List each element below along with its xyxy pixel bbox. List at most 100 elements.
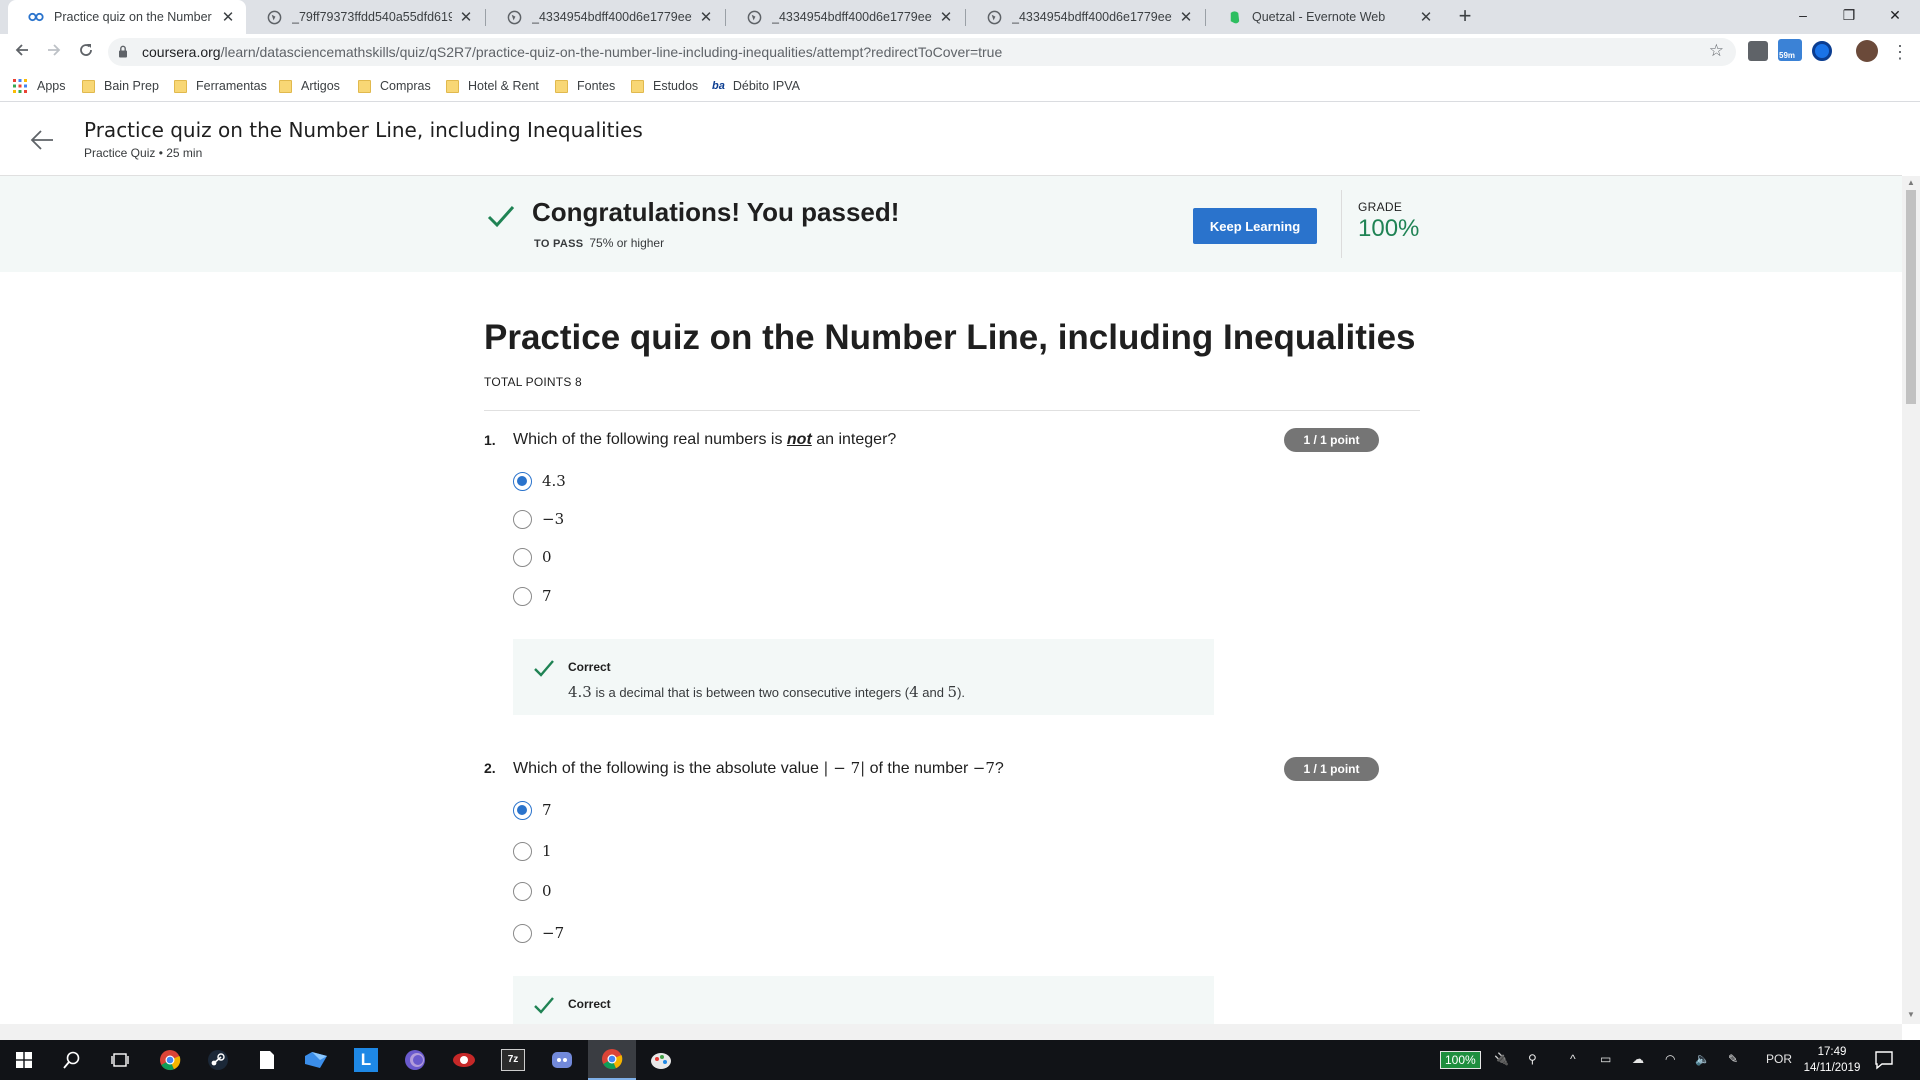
answer-option[interactable]: −7 xyxy=(513,922,564,944)
new-tab-button[interactable]: + xyxy=(1452,4,1478,30)
bookmark-estudos[interactable]: Estudos xyxy=(631,77,698,95)
tab-title: Quetzal - Evernote Web xyxy=(1252,10,1386,24)
option-label: 4.3 xyxy=(542,472,566,490)
bookmark-apps[interactable]: Apps xyxy=(12,77,66,95)
people-icon[interactable]: ⚲ xyxy=(1528,1052,1537,1066)
file-explorer-icon[interactable] xyxy=(292,1040,340,1080)
to-pass-value: 75% or higher xyxy=(589,236,665,250)
url-text[interactable]: coursera.org/learn/datasciencemathskills… xyxy=(142,44,1002,60)
clock[interactable]: 17:49 14/11/2019 xyxy=(1792,1044,1872,1076)
close-tab-icon[interactable]: ✕ xyxy=(698,8,714,26)
paint-icon[interactable] xyxy=(638,1040,686,1080)
url-path: /learn/datasciencemathskills/quiz/qS2R7/… xyxy=(220,44,1003,60)
bookmark-star-icon[interactable]: ☆ xyxy=(1709,41,1724,61)
checkmark-icon xyxy=(534,997,554,1014)
answer-option[interactable]: 0 xyxy=(513,880,552,902)
back-button[interactable] xyxy=(10,40,34,64)
chrome-icon[interactable] xyxy=(146,1040,194,1080)
feedback-text-part: is a decimal that is between two consecu… xyxy=(591,685,910,700)
answer-option[interactable]: 7 xyxy=(513,799,552,821)
chevron-up-icon[interactable]: ^ xyxy=(1570,1052,1576,1066)
tab-4[interactable]: _4334954bdff400d6e1779eef836 ✕ xyxy=(966,0,1204,34)
reload-button[interactable] xyxy=(74,40,98,64)
radio-button[interactable] xyxy=(513,586,532,606)
globe-icon xyxy=(986,9,1002,25)
chrome-active-icon[interactable] xyxy=(588,1040,636,1080)
answer-option[interactable]: 0 xyxy=(513,546,552,568)
close-window-button[interactable]: ✕ xyxy=(1872,0,1918,32)
radio-button[interactable] xyxy=(513,547,532,567)
task-view-icon[interactable] xyxy=(96,1040,144,1080)
bookmark-artigos[interactable]: Artigos xyxy=(279,77,340,95)
restore-button[interactable]: ❐ xyxy=(1826,0,1872,32)
folder-icon xyxy=(446,79,459,93)
vertical-scrollbar[interactable]: ▲ ▼ xyxy=(1902,176,1920,1024)
feedback-text-part: and xyxy=(918,685,948,700)
scroll-up-icon[interactable]: ▲ xyxy=(1906,178,1916,187)
volume-icon[interactable]: 🔈 xyxy=(1695,1052,1710,1066)
radio-button[interactable] xyxy=(513,841,532,861)
radio-button[interactable] xyxy=(513,800,532,820)
address-bar[interactable]: coursera.org/learn/datasciencemathskills… xyxy=(108,38,1736,66)
answer-option[interactable]: 4.3 xyxy=(513,470,566,492)
keep-learning-button[interactable]: Keep Learning xyxy=(1193,208,1317,244)
forward-button[interactable] xyxy=(42,40,66,64)
tab-0[interactable]: Practice quiz on the Number Line ✕ xyxy=(8,0,246,34)
avatar[interactable] xyxy=(1856,40,1878,62)
battery-icon[interactable]: ▭ xyxy=(1600,1052,1611,1066)
close-tab-icon[interactable]: ✕ xyxy=(1178,8,1194,26)
close-tab-icon[interactable]: ✕ xyxy=(1418,8,1434,26)
search-icon[interactable] xyxy=(48,1040,96,1080)
discord-icon[interactable] xyxy=(538,1040,586,1080)
tab-5[interactable]: Quetzal - Evernote Web ✕ xyxy=(1206,0,1444,34)
bookmark-fontes[interactable]: Fontes xyxy=(555,77,615,95)
horizontal-scrollbar[interactable] xyxy=(0,1024,1902,1040)
close-tab-icon[interactable]: ✕ xyxy=(220,8,236,26)
radio-button[interactable] xyxy=(513,471,532,491)
tab-2[interactable]: _4334954bdff400d6e1779eef836 ✕ xyxy=(486,0,724,34)
extension-circle-icon[interactable] xyxy=(1812,41,1832,61)
menu-kebab-icon[interactable]: ⋮ xyxy=(1888,40,1912,64)
timer-extension-icon[interactable]: 59m xyxy=(1778,39,1802,61)
close-tab-icon[interactable]: ✕ xyxy=(938,8,954,26)
tab-3[interactable]: _4334954bdff400d6e1779eef836 ✕ xyxy=(726,0,964,34)
scrollbar-thumb[interactable] xyxy=(1906,190,1916,404)
back-arrow-icon[interactable] xyxy=(28,126,56,154)
radio-button[interactable] xyxy=(513,881,532,901)
bookmark-debito-ipva[interactable]: ba Débito IPVA xyxy=(712,77,800,95)
onedrive-cloud-icon[interactable]: ☁ xyxy=(1632,1052,1644,1066)
language-indicator[interactable]: POR xyxy=(1766,1052,1792,1066)
bookmark-ferramentas[interactable]: Ferramentas xyxy=(174,77,267,95)
folder-icon xyxy=(631,79,644,93)
windows-start-icon[interactable] xyxy=(0,1040,48,1080)
tab-1[interactable]: _79ff79373ffdd540a55dfd61959 ✕ xyxy=(246,0,484,34)
notification-icon[interactable] xyxy=(1874,1050,1894,1070)
minimize-button[interactable]: – xyxy=(1780,0,1826,32)
extension-icon[interactable] xyxy=(1748,41,1768,61)
answer-option[interactable]: −3 xyxy=(513,508,564,530)
7zip-icon[interactable]: 7z xyxy=(489,1040,537,1080)
power-plug-icon[interactable]: 🔌 xyxy=(1494,1052,1509,1066)
file-icon[interactable] xyxy=(243,1040,291,1080)
bookmark-bain-prep[interactable]: Bain Prep xyxy=(82,77,159,95)
answer-option[interactable]: 7 xyxy=(513,585,552,607)
bookmark-hotel-rent[interactable]: Hotel & Rent xyxy=(446,77,539,95)
pen-icon[interactable]: ✎ xyxy=(1728,1052,1738,1066)
tab-title: Practice quiz on the Number Line xyxy=(54,10,214,24)
close-tab-icon[interactable]: ✕ xyxy=(458,8,474,26)
radio-button[interactable] xyxy=(513,509,532,529)
game-icon[interactable] xyxy=(440,1040,488,1080)
clock-time: 17:49 xyxy=(1817,1046,1847,1058)
steam-icon[interactable] xyxy=(194,1040,242,1080)
answer-option[interactable]: 1 xyxy=(513,840,552,862)
eclipse-icon[interactable] xyxy=(391,1040,439,1080)
app-l-icon[interactable]: L xyxy=(342,1040,390,1080)
question-text-part: of the number xyxy=(865,760,973,777)
bookmark-compras[interactable]: Compras xyxy=(358,77,431,95)
battery-percentage[interactable]: 100% xyxy=(1440,1051,1481,1069)
radio-button[interactable] xyxy=(513,923,532,943)
scroll-down-icon[interactable]: ▼ xyxy=(1906,1010,1916,1019)
header-title: Practice quiz on the Number Line, includ… xyxy=(84,118,643,142)
bookmark-label: Fontes xyxy=(577,79,616,93)
wifi-icon[interactable]: ◠ xyxy=(1665,1052,1675,1066)
